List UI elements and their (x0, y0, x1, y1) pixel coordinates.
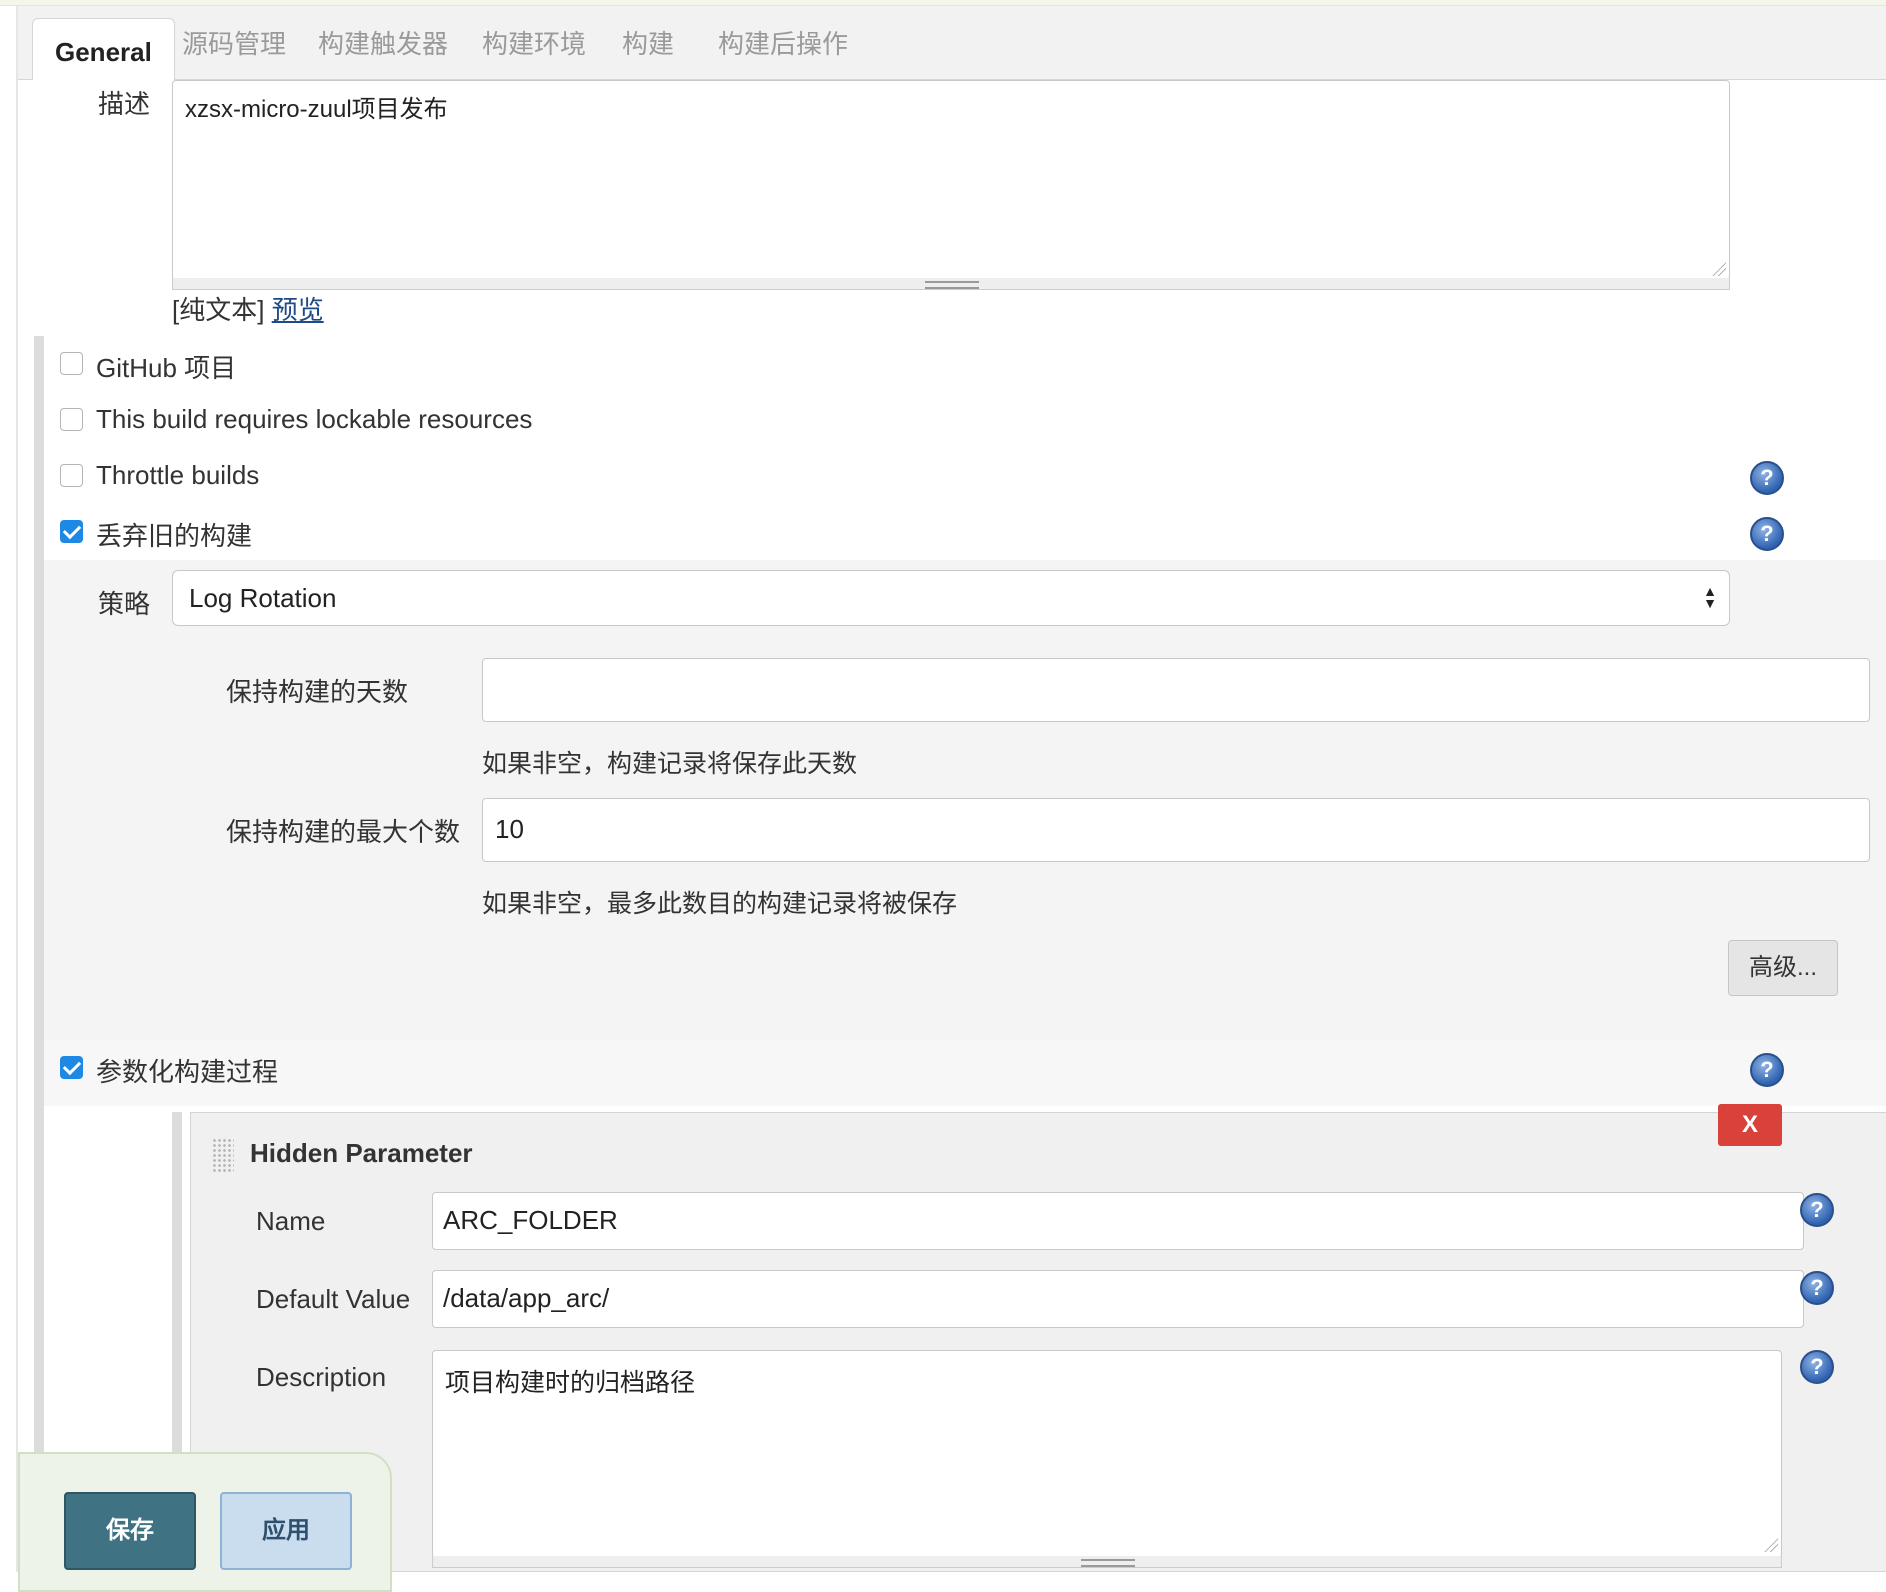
days-to-keep-label: 保持构建的天数 (226, 677, 409, 707)
days-to-keep-input[interactable] (482, 658, 1870, 722)
strategy-select[interactable]: Log Rotation ▲ ▼ (172, 570, 1730, 626)
markup-line: [纯文本] 预览 (172, 290, 324, 327)
parameterized-help-icon[interactable]: ? (1750, 1053, 1784, 1087)
tab-post-build-actions[interactable]: 构建后操作 (718, 24, 848, 61)
tab-general[interactable]: General (32, 18, 175, 88)
lockable-resources-label: This build requires lockable resources (96, 404, 533, 434)
param-name-help-icon[interactable]: ? (1800, 1193, 1834, 1227)
github-project-checkbox[interactable] (60, 352, 83, 375)
strategy-selected-value: Log Rotation (189, 583, 337, 613)
parameterized-build-checkbox[interactable] (60, 1056, 83, 1079)
parameterized-build-label: 参数化构建过程 (96, 1057, 279, 1087)
days-to-keep-hint: 如果非空，构建记录将保存此天数 (482, 750, 858, 778)
discard-old-builds-label: 丢弃旧的构建 (96, 521, 253, 551)
param-name-label: Name (256, 1206, 326, 1236)
description-label: 描述 (98, 89, 151, 119)
delete-parameter-button[interactable]: X (1718, 1104, 1782, 1146)
tab-build-environment[interactable]: 构建环境 (482, 24, 586, 61)
param-default-input[interactable]: /data/app_arc/ (432, 1270, 1804, 1328)
description-resize-bar[interactable] (172, 278, 1730, 290)
config-tab-bar: General 源码管理 构建触发器 构建环境 构建 构建后操作 (18, 6, 1886, 88)
markup-format-text: [纯文本] (172, 295, 265, 325)
throttle-builds-label: Throttle builds (96, 460, 260, 490)
strategy-label: 策略 (98, 589, 151, 619)
tab-build[interactable]: 构建 (622, 24, 674, 61)
save-button[interactable]: 保存 (64, 1492, 196, 1570)
tab-build-triggers[interactable]: 构建触发器 (318, 24, 448, 61)
select-arrows-icon: ▲ ▼ (1703, 583, 1717, 611)
github-project-label: GitHub 项目 (96, 353, 237, 383)
tab-source-code-management[interactable]: 源码管理 (182, 24, 286, 61)
param-description-label: Description (256, 1362, 387, 1392)
lockable-resources-checkbox[interactable] (60, 408, 83, 431)
parameterized-row (44, 1040, 1886, 1106)
discard-old-builds-checkbox[interactable] (60, 520, 83, 543)
param-default-help-icon[interactable]: ? (1800, 1271, 1834, 1305)
param-description-textarea[interactable]: 项目构建时的归档路径 (432, 1350, 1782, 1558)
throttle-builds-checkbox[interactable] (60, 464, 83, 487)
max-builds-input[interactable]: 10 (482, 798, 1870, 862)
advanced-button[interactable]: 高级... (1728, 940, 1838, 996)
drag-handle-icon[interactable] (212, 1138, 234, 1172)
throttle-help-icon[interactable]: ? (1750, 461, 1784, 495)
hidden-parameter-title: Hidden Parameter (250, 1138, 473, 1168)
apply-button[interactable]: 应用 (220, 1492, 352, 1570)
param-name-input[interactable]: ARC_FOLDER (432, 1192, 1804, 1250)
param-default-label: Default Value (256, 1284, 411, 1314)
max-builds-hint: 如果非空，最多此数目的构建记录将被保存 (482, 890, 958, 918)
resize-grip-icon[interactable] (1712, 262, 1726, 276)
param-description-resize-bar[interactable] (432, 1556, 1782, 1568)
section-indent-bar (34, 336, 44, 1572)
preview-link[interactable]: 预览 (272, 295, 324, 325)
resize-grip-icon[interactable] (1764, 1538, 1778, 1552)
param-description-help-icon[interactable]: ? (1800, 1350, 1834, 1384)
max-builds-label: 保持构建的最大个数 (226, 817, 461, 847)
description-textarea[interactable]: xzsx-micro-zuul项目发布 (172, 80, 1730, 280)
discard-help-icon[interactable]: ? (1750, 517, 1784, 551)
